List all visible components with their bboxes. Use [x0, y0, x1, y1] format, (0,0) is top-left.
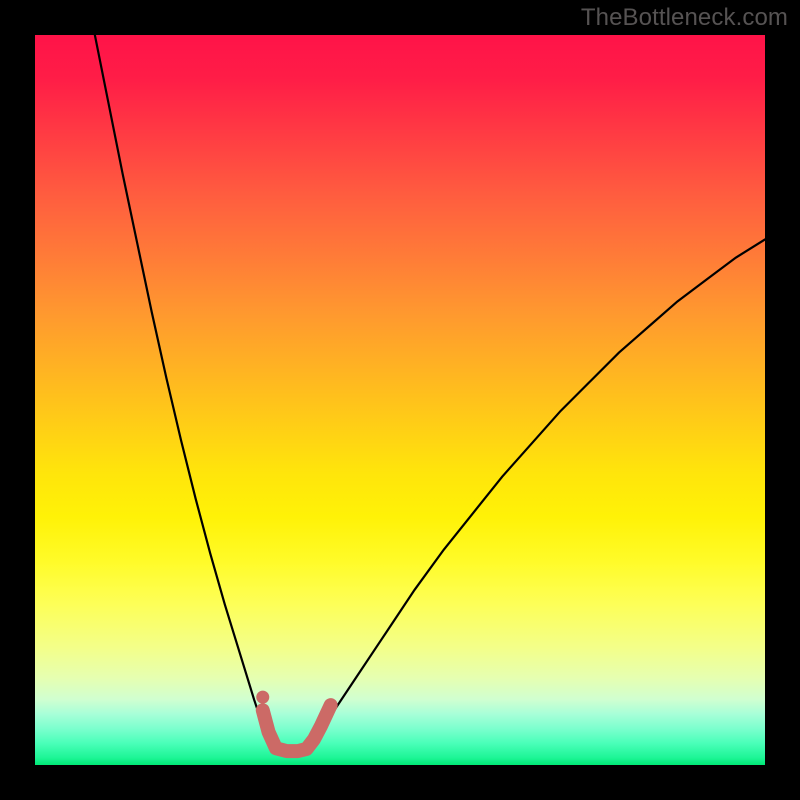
marker-dot — [256, 691, 269, 704]
marker-group — [256, 691, 330, 752]
left-curve — [95, 35, 269, 739]
watermark-text: TheBottleneck.com — [581, 4, 788, 32]
curve-layer — [35, 35, 765, 765]
right-curve — [312, 239, 765, 739]
chart-frame: TheBottleneck.com — [0, 0, 800, 800]
marker-stroke — [263, 705, 331, 751]
plot-area — [35, 35, 765, 765]
